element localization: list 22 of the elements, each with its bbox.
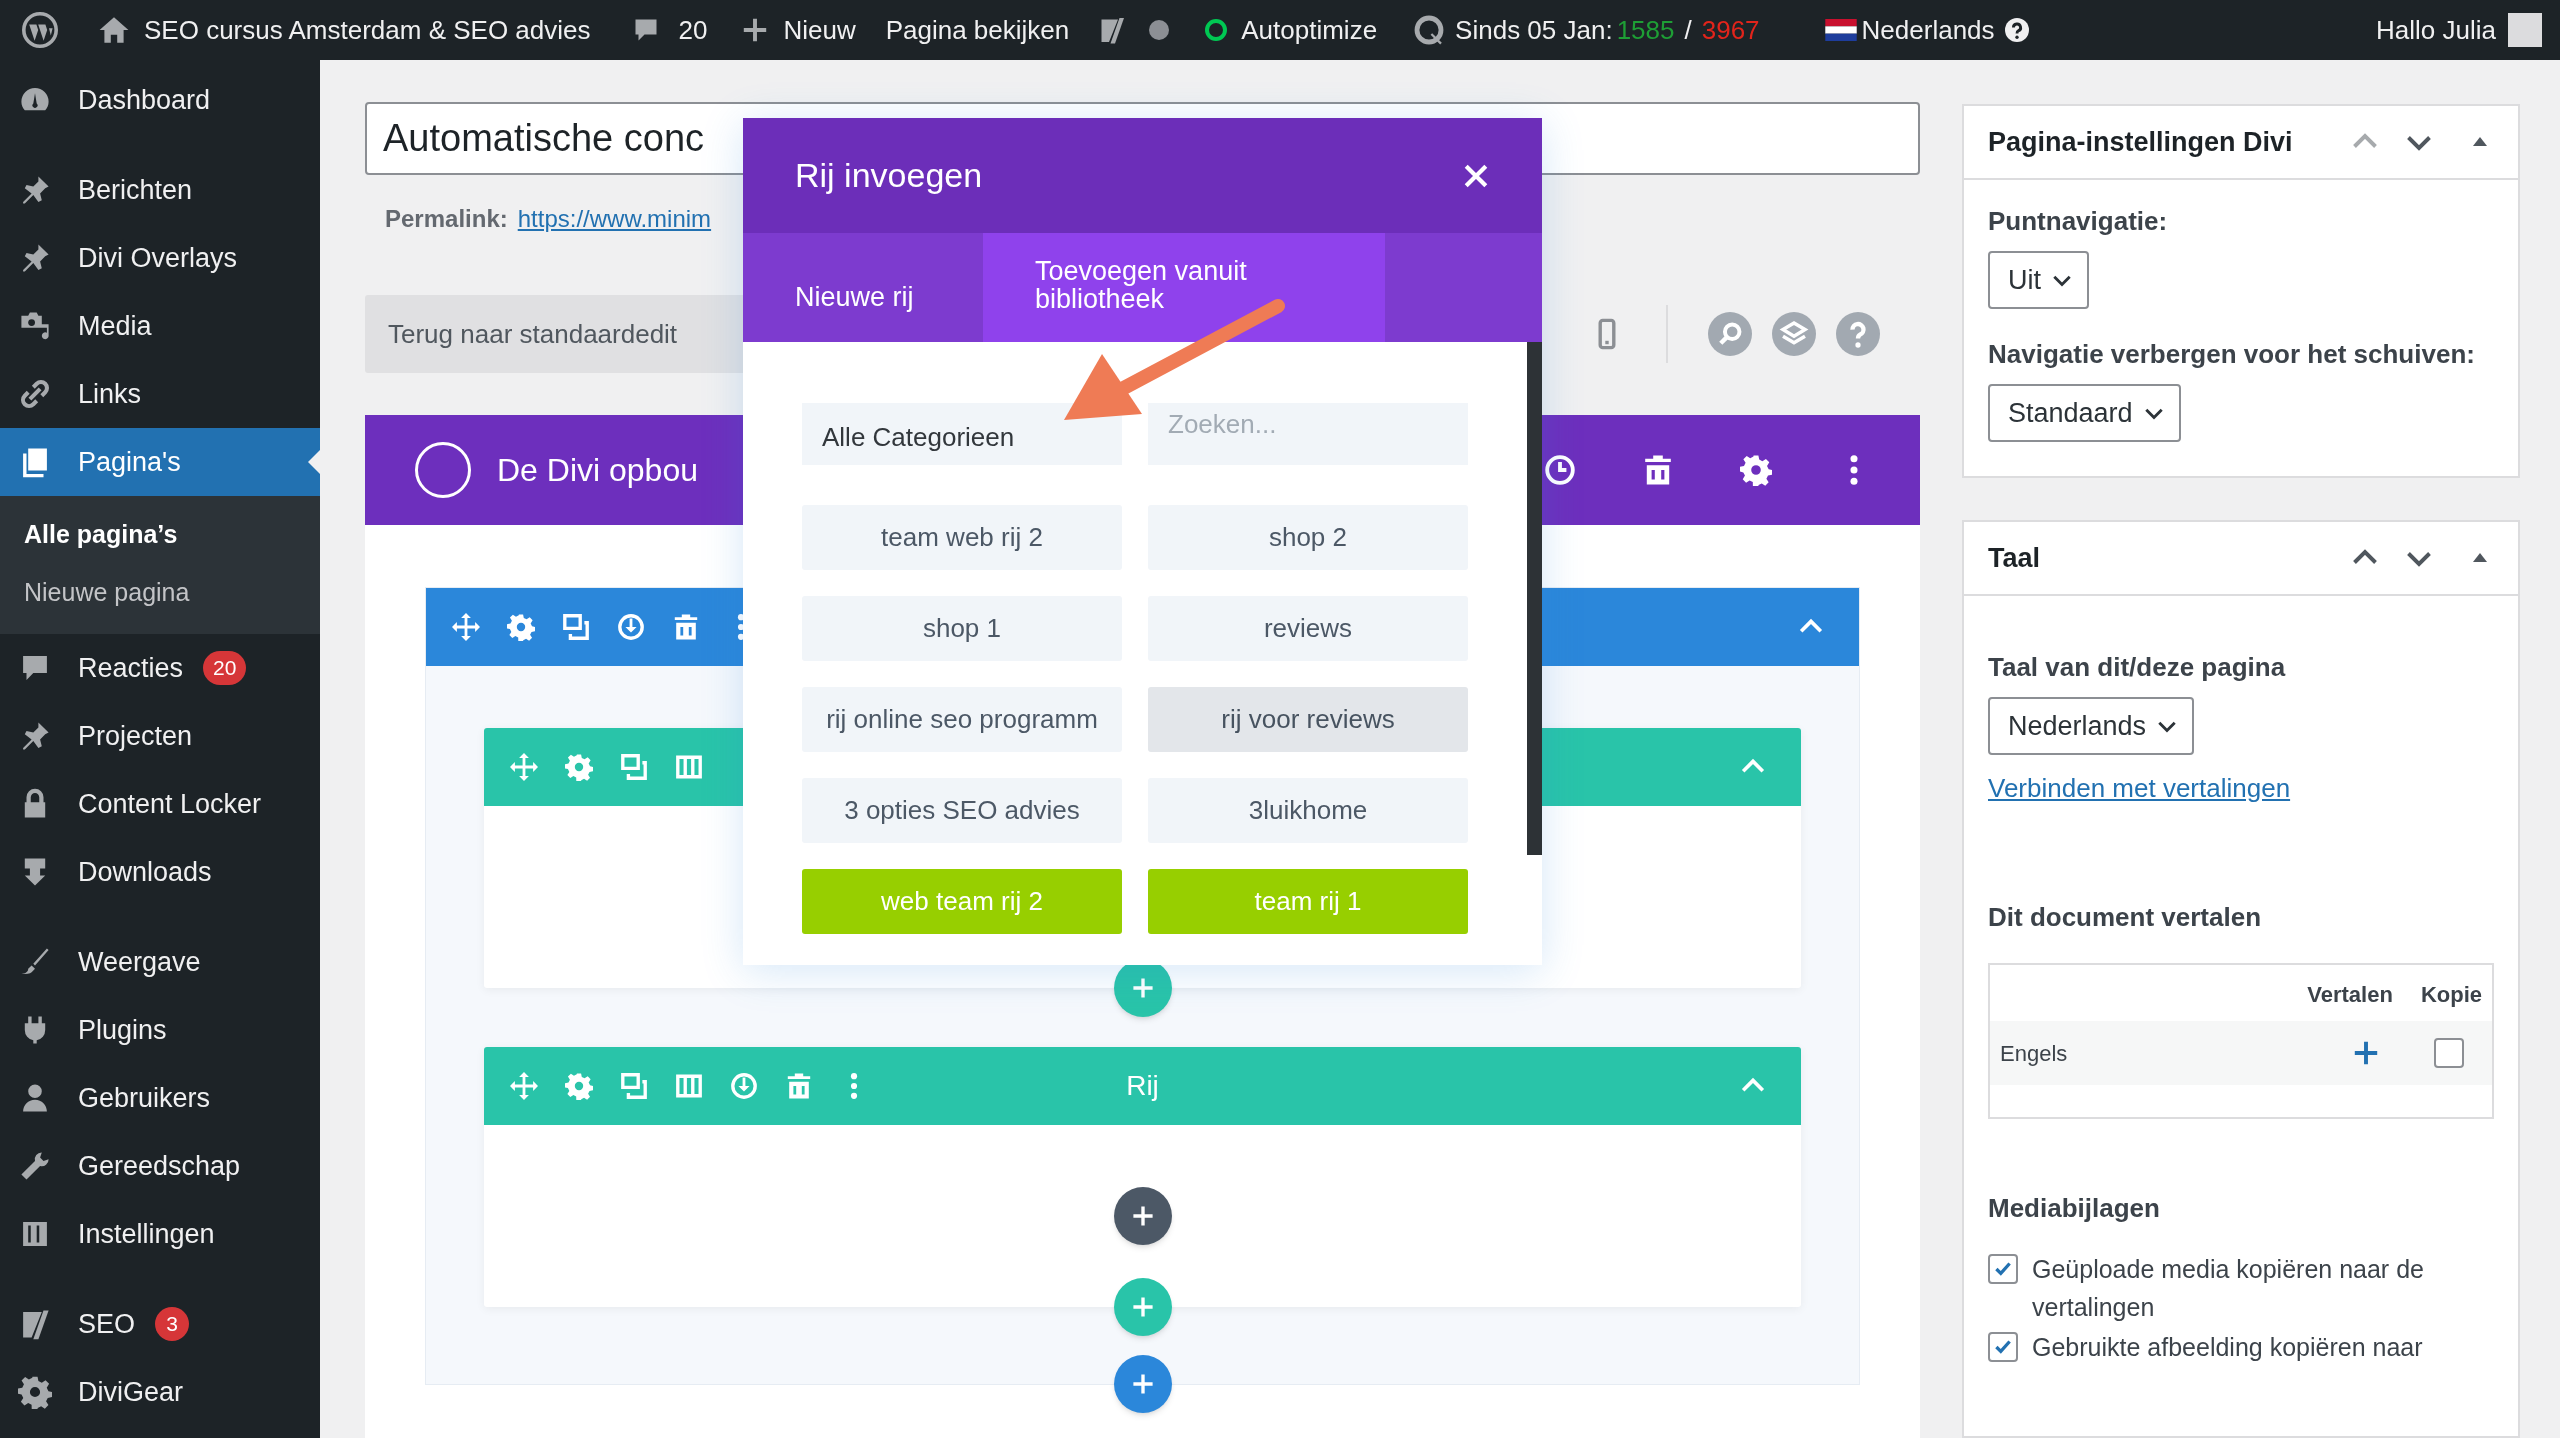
permalink-label: Permalink:	[385, 204, 508, 234]
count-badge: 20	[203, 651, 247, 685]
field-label: Dit document vertalen	[1988, 901, 2263, 934]
views-count: 3967	[1701, 13, 1760, 47]
stats-label: Sinds 05 Jan:	[1455, 13, 1613, 47]
stats-separator: /	[1684, 13, 1692, 47]
field-label: Puntnavigatie:	[1988, 205, 2169, 238]
checkbox-label: Gebruikte afbeelding kopiëren naar	[2032, 1332, 2424, 1363]
column-header: Vertalen	[2307, 981, 2393, 1009]
dialog-title: Rij invoegen	[795, 155, 984, 196]
count-badge: 3	[155, 1307, 190, 1341]
builder-title: De Divi opbou	[497, 451, 698, 490]
visitors-count: 1585	[1616, 13, 1675, 47]
panel-title: Pagina-instellingen Divi	[1988, 125, 2294, 159]
row-label: Rij	[1126, 1069, 1159, 1103]
language-name: Engels	[2000, 1039, 2069, 1068]
field-label: Taal van dit/deze pagina	[1988, 651, 2287, 684]
checkbox-label: Geüploade media kopiëren naar de vertalingen	[2032, 1254, 2425, 1323]
panel-title: Taal	[1988, 541, 2042, 575]
field-label: Mediabijlagen	[1988, 1192, 2161, 1225]
field-label: Navigatie verbergen voor het schuiven:	[1988, 338, 2476, 371]
column-header: Kopie	[2420, 981, 2482, 1009]
